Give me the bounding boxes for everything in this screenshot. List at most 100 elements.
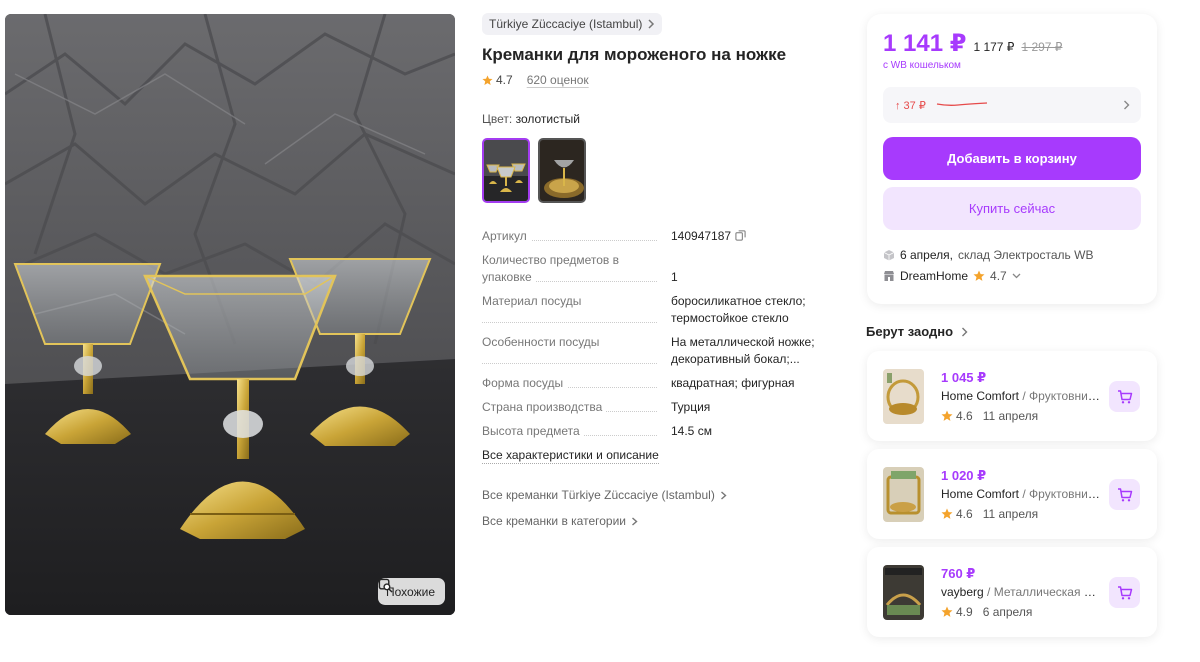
recommendation-card[interactable]: 1 045 ₽ Home Comfort / Фруктовница 4.6 1… bbox=[867, 351, 1157, 441]
rec-desc: Фруктовница bbox=[1029, 389, 1101, 403]
rec-add-to-cart-button[interactable] bbox=[1109, 577, 1140, 608]
chevron-right-icon bbox=[632, 516, 638, 526]
seller-name: DreamHome bbox=[900, 269, 969, 283]
rating-row: 4.7 620 оценок bbox=[482, 73, 589, 87]
recommendation-image bbox=[883, 565, 924, 620]
rec-add-to-cart-button[interactable] bbox=[1109, 479, 1140, 510]
rec-add-to-cart-button[interactable] bbox=[1109, 381, 1140, 412]
star-icon bbox=[973, 270, 985, 281]
rec-brand: Home Comfort bbox=[941, 487, 1020, 501]
chevron-down-icon bbox=[1012, 273, 1021, 279]
category-link-label: Все креманки в категории bbox=[482, 514, 626, 528]
price-row: 1 141 ₽ 1 177 ₽ 1 297 ₽ bbox=[883, 29, 1062, 58]
rec-rating: 4.6 bbox=[956, 409, 973, 423]
spec-value: На металлической ножке; декоративный бок… bbox=[671, 335, 815, 366]
rec-date: 11 апреля bbox=[982, 507, 1039, 521]
product-photo-illustration bbox=[5, 14, 455, 615]
color-label: Цвет: золотистый bbox=[482, 112, 580, 126]
spec-key: Артикул bbox=[482, 229, 531, 243]
spec-key: Страна производства bbox=[482, 400, 607, 414]
color-variants bbox=[482, 138, 586, 203]
delivery-warehouse: склад Электросталь WB bbox=[957, 248, 1094, 262]
product-rating: 4.7 bbox=[496, 73, 513, 87]
rec-meta: 4.9 6 апреля bbox=[941, 605, 1032, 619]
rec-meta: 4.6 11 апреля bbox=[941, 507, 1038, 521]
recommendation-card[interactable]: 1 020 ₽ Home Comfort / Фруктовница 4.6 1… bbox=[867, 449, 1157, 539]
recommendation-image bbox=[883, 467, 924, 522]
rec-date: 6 апреля bbox=[982, 605, 1033, 619]
brand-name: Türkiye Züccaciye (Istambul) bbox=[489, 17, 643, 31]
delivery-date: 6 апреля, bbox=[900, 248, 953, 262]
spec-value: 1 bbox=[671, 270, 678, 284]
spec-value: квадратная; фигурная bbox=[671, 376, 795, 390]
rec-thumbnail-image bbox=[883, 467, 924, 522]
rec-rating: 4.9 bbox=[956, 605, 973, 619]
color-label-key: Цвет: bbox=[482, 112, 513, 126]
variant-thumbnail-image bbox=[484, 140, 528, 201]
rec-thumbnail-image bbox=[883, 565, 924, 620]
spec-row: Форма посуды квадратная; фигурная bbox=[482, 375, 827, 392]
chevron-right-icon bbox=[962, 327, 968, 336]
rec-brand: vayberg bbox=[941, 585, 984, 599]
color-variant-1[interactable] bbox=[482, 138, 530, 203]
shop-icon bbox=[884, 271, 894, 281]
brand-products-label: Все креманки Türkiye Züccaciye (Istambul… bbox=[482, 488, 715, 502]
spec-key: Форма посуды bbox=[482, 376, 568, 390]
spec-row: Высота предмета 14.5 см bbox=[482, 423, 827, 440]
spec-value: Турция bbox=[671, 400, 711, 414]
star-icon bbox=[941, 410, 953, 421]
star-icon bbox=[482, 74, 493, 85]
price-old: 1 297 ₽ bbox=[1021, 40, 1063, 54]
reviews-link[interactable]: 620 оценок bbox=[527, 73, 589, 87]
also-buy-title[interactable]: Берут заодно bbox=[866, 324, 968, 339]
rec-price: 1 020 ₽ bbox=[941, 468, 987, 483]
spec-row: Количество предметов в упаковке 1 bbox=[482, 252, 827, 286]
rec-name: vayberg / Металлическая стойка bbox=[941, 585, 1101, 599]
recommendation-card[interactable]: 760 ₽ vayberg / Металлическая стойка 4.9… bbox=[867, 547, 1157, 637]
article-number: 140947187 bbox=[671, 229, 732, 243]
spec-key: Высота предмета bbox=[482, 424, 584, 438]
seller-info[interactable]: DreamHome 4.7 bbox=[883, 269, 1021, 283]
brand-products-link[interactable]: Все креманки Türkiye Züccaciye (Istambul… bbox=[482, 488, 727, 502]
spec-row: Особенности посуды На металлической ножк… bbox=[482, 334, 827, 368]
buy-card: 1 141 ₽ 1 177 ₽ 1 297 ₽ с WB кошельком ↑… bbox=[867, 14, 1157, 304]
cart-icon bbox=[1117, 585, 1132, 599]
copy-icon[interactable] bbox=[735, 230, 746, 241]
all-characteristics-link[interactable]: Все характеристики и описание bbox=[482, 448, 659, 464]
also-buy-label: Берут заодно bbox=[866, 324, 954, 339]
add-to-cart-button[interactable]: Добавить в корзину bbox=[883, 137, 1141, 180]
similar-search-icon bbox=[378, 578, 393, 593]
product-title: Креманки для мороженого на ножке bbox=[482, 45, 787, 64]
brand-chip[interactable]: Türkiye Züccaciye (Istambul) bbox=[482, 13, 663, 35]
category-link[interactable]: Все креманки в категории bbox=[482, 514, 638, 528]
spec-key: Материал посуды bbox=[482, 294, 586, 308]
rec-name: Home Comfort / Фруктовница bbox=[941, 389, 1101, 403]
color-variant-2[interactable] bbox=[538, 138, 586, 203]
chevron-right-icon bbox=[1124, 100, 1130, 110]
spec-key: Особенности посуды bbox=[482, 335, 604, 349]
price-trend-icon bbox=[936, 102, 987, 106]
price-change: ↑ 37 ₽ bbox=[895, 99, 926, 112]
rec-thumbnail-image bbox=[883, 369, 924, 424]
spec-value: боросиликатное стекло; термостойкое стек… bbox=[671, 294, 806, 325]
price-without-wallet: 1 177 ₽ bbox=[973, 40, 1015, 54]
spec-value: 14.5 см bbox=[671, 424, 712, 438]
spec-row: Материал посуды боросиликатное стекло; т… bbox=[482, 293, 827, 327]
product-main-photo[interactable]: Похожие bbox=[5, 14, 455, 615]
similar-label: Похожие bbox=[386, 584, 435, 599]
box-icon bbox=[883, 250, 895, 261]
rec-date: 11 апреля bbox=[982, 409, 1039, 423]
spec-row: Артикул 140947187 bbox=[482, 228, 827, 245]
rec-price: 1 045 ₽ bbox=[941, 370, 987, 385]
chevron-right-icon bbox=[648, 19, 655, 29]
rec-price: 760 ₽ bbox=[941, 566, 976, 581]
buy-now-button[interactable]: Купить сейчас bbox=[883, 187, 1141, 230]
wallet-note: с WB кошельком bbox=[883, 60, 961, 71]
similar-products-button[interactable]: Похожие bbox=[378, 578, 445, 605]
star-icon bbox=[941, 508, 953, 519]
rec-brand: Home Comfort bbox=[941, 389, 1020, 403]
cart-icon bbox=[1117, 487, 1132, 501]
price-history[interactable]: ↑ 37 ₽ bbox=[883, 87, 1141, 123]
specs-table: Артикул 140947187 Количество предметов в… bbox=[482, 228, 827, 447]
spec-row: Страна производства Турция bbox=[482, 399, 827, 416]
